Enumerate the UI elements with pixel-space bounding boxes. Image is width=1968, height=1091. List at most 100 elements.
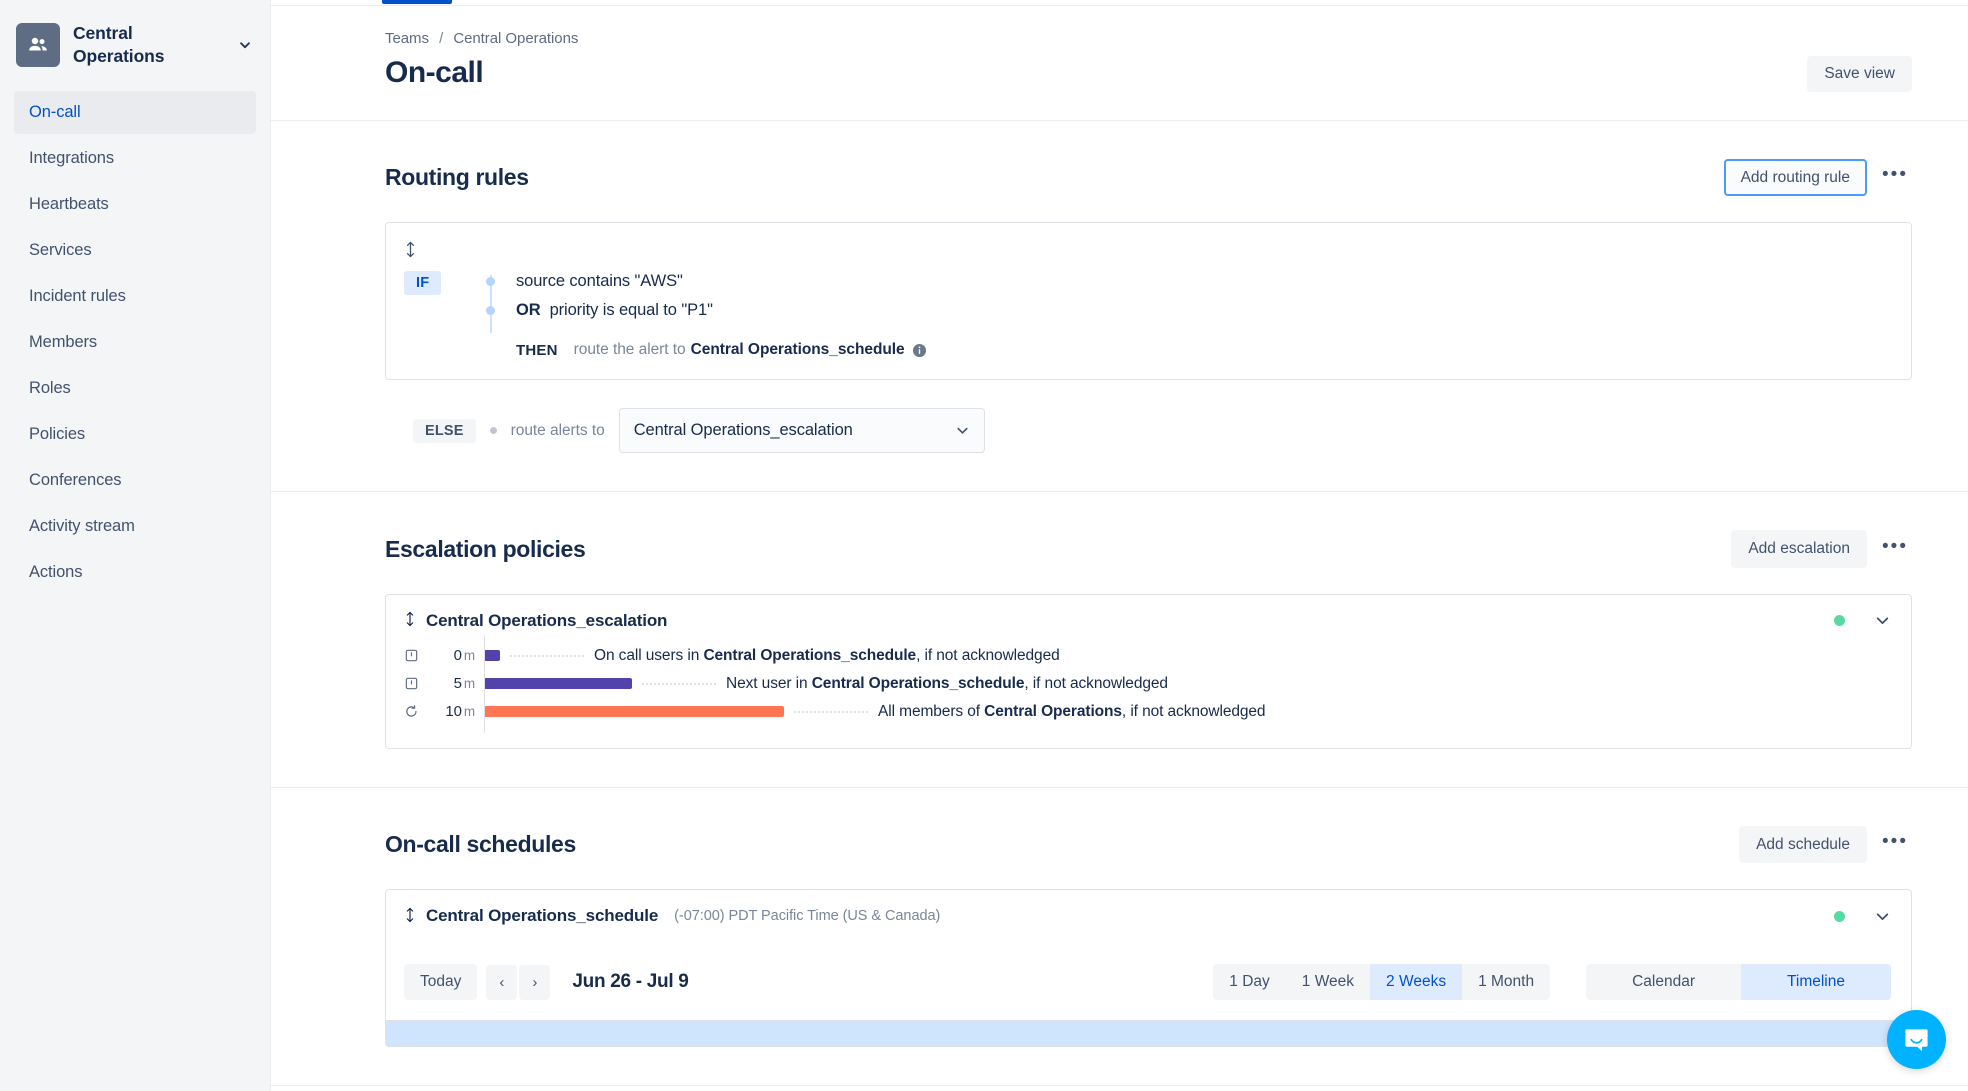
escalation-text-prefix: Next user in bbox=[726, 674, 812, 692]
breadcrumb-current[interactable]: Central Operations bbox=[453, 30, 578, 47]
people-icon bbox=[16, 23, 60, 68]
chevron-down-icon[interactable] bbox=[1874, 612, 1891, 629]
escalation-rule-text: All members of Central Operations, if no… bbox=[878, 702, 1266, 721]
else-dot-icon bbox=[489, 427, 497, 435]
schedule-name[interactable]: Central Operations_schedule bbox=[426, 906, 658, 926]
escalation-rules-list: 0m On call users in Central Operations_s… bbox=[404, 634, 1891, 733]
escalation-rule-row: 10 m All members of Central Operations, i… bbox=[404, 690, 1891, 733]
zoom-1-week-button[interactable]: 1 Week bbox=[1285, 964, 1371, 1001]
sidebar-item-label: Incident rules bbox=[29, 287, 126, 306]
sidebar-item-roles[interactable]: Roles bbox=[14, 367, 256, 410]
schedule-timeline-strip[interactable] bbox=[386, 1020, 1911, 1047]
add-escalation-button[interactable]: Add escalation bbox=[1731, 530, 1867, 568]
sidebar-item-heartbeats[interactable]: Heartbeats bbox=[14, 183, 256, 226]
on-call-schedules-more-icon[interactable]: ••• bbox=[1878, 827, 1912, 862]
routing-rules-header: Routing rules Add routing rule ••• bbox=[385, 159, 1912, 197]
sidebar-item-label: Actions bbox=[29, 563, 83, 582]
sidebar-item-on-call[interactable]: On-call bbox=[14, 91, 256, 135]
active-tab-indicator-strip bbox=[271, 0, 1968, 5]
view-calendar-button[interactable]: Calendar bbox=[1586, 964, 1741, 1001]
info-icon[interactable] bbox=[912, 343, 927, 358]
condition-text: priority is equal to "P1" bbox=[549, 301, 713, 320]
escalation-dash bbox=[642, 682, 716, 685]
save-view-button[interactable]: Save view bbox=[1807, 56, 1912, 92]
on-call-schedules-section: On-call schedules Add schedule ••• Centr… bbox=[271, 788, 1968, 1087]
sidebar-item-members[interactable]: Members bbox=[14, 321, 256, 364]
sidebar-item-label: Roles bbox=[29, 379, 71, 398]
sidebar-item-label: Activity stream bbox=[29, 517, 135, 536]
drag-handle-icon[interactable] bbox=[404, 241, 1889, 261]
sidebar-item-label: Policies bbox=[29, 425, 86, 444]
escalation-policies-more-icon[interactable]: ••• bbox=[1878, 532, 1912, 567]
sidebar-item-incident-rules[interactable]: Incident rules bbox=[14, 275, 256, 318]
drag-handle-icon[interactable] bbox=[404, 611, 416, 630]
zoom-1-day-button[interactable]: 1 Day bbox=[1213, 964, 1286, 1001]
escalation-bar-area: On call users in Central Operations_sche… bbox=[484, 634, 1891, 677]
else-label: route alerts to bbox=[510, 421, 605, 439]
routing-else-row: ELSE route alerts to Central Operations_… bbox=[385, 408, 1912, 454]
schedule-view-controls: 1 Day 1 Week 2 Weeks 1 Month Calendar Ti… bbox=[1213, 964, 1891, 1001]
escalation-delay-value: 0 bbox=[453, 647, 462, 665]
escalation-delay-value: 10 bbox=[445, 703, 462, 721]
escalation-policy-name[interactable]: Central Operations_escalation bbox=[426, 611, 667, 631]
else-chip: ELSE bbox=[413, 418, 476, 443]
escalation-delay-unit: m bbox=[463, 648, 475, 664]
chat-bubble-icon[interactable] bbox=[1887, 1010, 1946, 1069]
view-timeline-button[interactable]: Timeline bbox=[1741, 964, 1891, 1001]
condition-operator: OR bbox=[516, 301, 541, 320]
escalation-rule-row: 0m On call users in Central Operations_s… bbox=[404, 634, 1891, 677]
then-target[interactable]: Central Operations_schedule bbox=[691, 341, 905, 359]
chevron-left-icon[interactable]: ‹ bbox=[486, 964, 518, 1000]
chevron-down-icon[interactable] bbox=[1874, 908, 1891, 925]
escalation-axis bbox=[484, 690, 485, 733]
schedule-view-group: Calendar Timeline bbox=[1586, 964, 1891, 1001]
condition-dot bbox=[486, 306, 495, 316]
sidebar-item-policies[interactable]: Policies bbox=[14, 413, 256, 456]
routing-rules-actions: Add routing rule ••• bbox=[1723, 159, 1912, 197]
condition-row[interactable]: OR priority is equal to "P1" bbox=[516, 296, 1889, 325]
team-name: Central Operations bbox=[73, 23, 165, 67]
sidebar-item-activity-stream[interactable]: Activity stream bbox=[14, 505, 256, 548]
sidebar-item-actions[interactable]: Actions bbox=[14, 551, 256, 594]
routing-rules-more-icon[interactable]: ••• bbox=[1878, 160, 1912, 195]
drag-handle-icon[interactable] bbox=[404, 907, 416, 926]
escalation-bar-area: Next user in Central Operations_schedule… bbox=[484, 662, 1891, 705]
zoom-1-month-button[interactable]: 1 Month bbox=[1462, 964, 1551, 1001]
today-button[interactable]: Today bbox=[404, 964, 478, 1001]
then-prefix: route the alert to bbox=[573, 341, 686, 359]
team-switcher[interactable]: Central Operations bbox=[0, 17, 270, 73]
add-routing-rule-button[interactable]: Add routing rule bbox=[1723, 159, 1867, 197]
chevron-right-icon[interactable]: › bbox=[519, 964, 551, 1000]
page-header: Teams / Central Operations On-call Save … bbox=[271, 6, 1968, 121]
routing-rule-body: IF source contains "AWS" OR priority is … bbox=[404, 267, 1889, 359]
escalation-delay-unit: m bbox=[463, 704, 475, 720]
add-schedule-button[interactable]: Add schedule bbox=[1739, 825, 1867, 864]
condition-text: source contains "AWS" bbox=[516, 272, 683, 291]
schedule-toolbar: Today ‹ › Jun 26 - Jul 9 1 Day 1 Week 2 … bbox=[404, 964, 1891, 1020]
condition-row[interactable]: source contains "AWS" bbox=[516, 267, 1889, 296]
escalation-rule-row: 5m Next user in Central Operations_sched… bbox=[404, 662, 1891, 705]
escalation-rule-text: On call users in Central Operations_sche… bbox=[594, 647, 1060, 665]
condition-dot bbox=[486, 277, 495, 287]
sidebar-item-integrations[interactable]: Integrations bbox=[14, 137, 256, 180]
else-escalation-select[interactable]: Central Operations_escalation bbox=[618, 408, 985, 454]
breadcrumb-teams[interactable]: Teams bbox=[385, 30, 429, 47]
escalation-text-target: Central Operations bbox=[984, 702, 1122, 720]
escalation-bar bbox=[484, 706, 784, 718]
escalation-bar bbox=[484, 650, 500, 662]
breadcrumb-separator: / bbox=[439, 30, 444, 47]
routing-rules-title: Routing rules bbox=[385, 164, 529, 191]
repeat-icon bbox=[404, 704, 432, 719]
escalation-policy-header: Central Operations_escalation bbox=[404, 611, 1891, 631]
sidebar-item-services[interactable]: Services bbox=[14, 229, 256, 272]
escalation-bar-area: All members of Central Operations, if no… bbox=[484, 690, 1891, 733]
zoom-2-weeks-button[interactable]: 2 Weeks bbox=[1370, 964, 1463, 1001]
sidebar-item-label: Heartbeats bbox=[29, 195, 109, 214]
escalation-policies-header: Escalation policies Add escalation ••• bbox=[385, 530, 1912, 568]
chevron-down-icon bbox=[955, 423, 970, 438]
clock-icon bbox=[404, 676, 432, 691]
sidebar-item-conferences[interactable]: Conferences bbox=[14, 459, 256, 502]
escalation-text-target: Central Operations_schedule bbox=[703, 646, 917, 664]
routing-rule-card: IF source contains "AWS" OR priority is … bbox=[385, 222, 1912, 381]
chevron-down-icon[interactable] bbox=[238, 38, 252, 52]
